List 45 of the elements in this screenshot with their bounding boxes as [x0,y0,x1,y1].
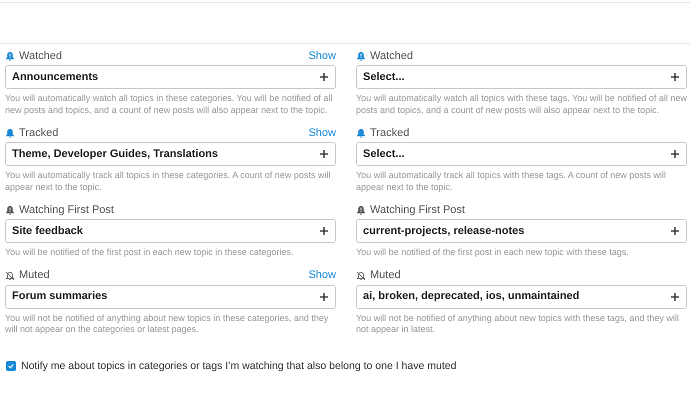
help-text: You will automatically watch all topics with these tags. You will be notified of all new posts and topics, and a count of new posts will also appear next to the topic. [356,93,687,116]
help-text: You will automatically watch all topics in these categories. You will be notified of all new posts and topics, and a count of new posts will also appear next to the topic. [5,93,334,116]
show-link[interactable]: Show [308,267,336,284]
bell-slash-icon [5,270,15,280]
plus-icon [670,149,680,159]
help-text: You will be notified of the first post in each new topic in these categories. [5,247,294,258]
select-field[interactable]: Forum summaries [5,284,336,308]
section-label: Watching First Post [370,202,465,218]
bell-icon [356,128,366,138]
select-field[interactable]: Theme, Developer Guides, Translations [5,142,336,166]
help-text: You will automatically track all topics in these categories. A count of new posts will appear next to the topic. [5,170,332,193]
plus-icon [319,292,329,302]
help-text: You will not be notified of anything about new topics with these tags, and they will not appear in latest. [356,312,680,336]
section-label: Watching First Post [19,202,114,218]
section-label: Tracked [370,126,410,141]
select-field[interactable]: Select... [356,142,687,166]
bell-slash-icon [356,270,366,280]
select-field[interactable]: current-projects, release-notes [356,219,687,243]
bell-alert-icon [5,205,15,215]
section-label: Muted [370,268,401,284]
select-field[interactable]: Site feedback [5,219,336,243]
bell-alert-icon [356,51,366,61]
plus-icon [670,292,680,302]
section-label: Muted [19,268,50,284]
show-link[interactable]: Show [308,48,336,64]
select-field[interactable]: ai, broken, deprecated, ios, unmaintained [356,284,687,308]
checkbox-label[interactable]: Notify me about topics in categories or tags I’m watching that also belong to one I have muted [21,358,456,374]
plus-icon [319,72,329,82]
section-label: Watched [370,48,414,64]
bell-alert-icon [5,51,15,61]
plus-icon [319,226,329,236]
help-text: You will automatically track all topics with these tags. A count of new posts will appear next to the topic. [356,170,667,193]
bell-alert-icon [356,205,366,215]
checkbox[interactable] [6,361,16,372]
help-text: You will be notified of the first post in each new topic with these tags. [356,247,630,258]
plus-icon [319,149,329,159]
bell-icon [5,128,15,138]
plus-icon [670,72,680,82]
select-field[interactable]: Announcements [5,65,336,89]
select-field[interactable]: Select... [356,65,687,89]
section-label: Tracked [19,126,58,141]
show-link[interactable]: Show [308,124,336,142]
section-label: Watched [19,48,62,64]
help-text: You will not be notified of anything about new topics in these categories, and they will not appear on the categories or latest pages. [5,312,330,336]
plus-icon [670,226,680,236]
